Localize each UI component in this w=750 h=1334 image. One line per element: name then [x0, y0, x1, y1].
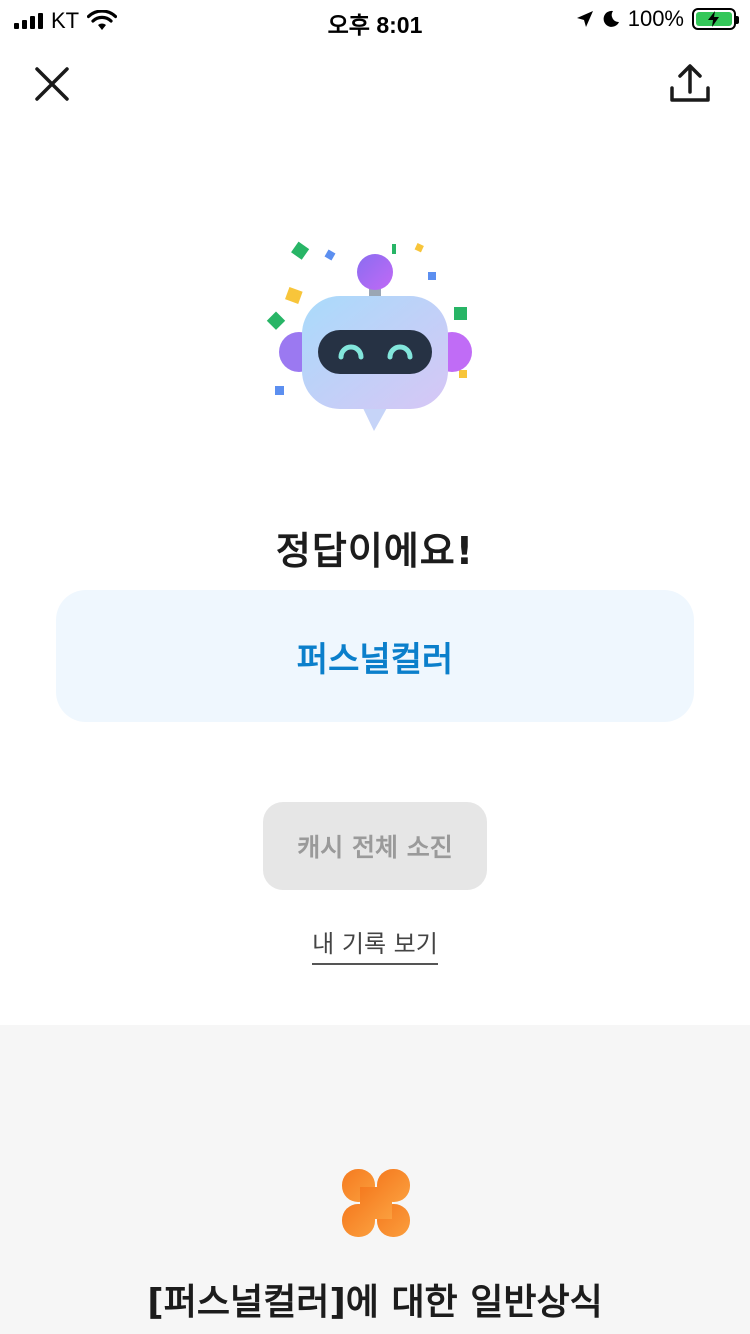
share-icon — [670, 64, 710, 102]
status-bar: KT 오후 8:01 100% — [0, 0, 750, 40]
info-section: [퍼스널컬러]에 대한 일반상식 — [0, 1025, 750, 1334]
battery-icon — [692, 8, 739, 30]
location-arrow-icon — [576, 11, 593, 27]
status-right: 100% — [576, 6, 739, 32]
view-history-link[interactable]: 내 기록 보기 — [312, 924, 438, 965]
close-button[interactable] — [30, 62, 74, 106]
result-title: 정답이에요! — [275, 529, 475, 573]
answer-card: 퍼스널컬러 — [56, 590, 694, 722]
clover-icon — [342, 1169, 410, 1237]
spend-all-cash-button[interactable]: 캐시 전체 소진 — [263, 802, 487, 890]
answer-text: 퍼스널컬러 — [296, 639, 454, 680]
history-link-row: 내 기록 보기 — [0, 924, 750, 965]
robot-mascot-illustration — [266, 241, 472, 431]
info-section-title: [퍼스널컬러]에 대한 일반상식 — [147, 1282, 603, 1323]
share-button[interactable] — [668, 62, 712, 106]
moon-icon — [603, 10, 619, 27]
battery-percent: 100% — [627, 6, 684, 31]
close-icon — [35, 67, 69, 101]
